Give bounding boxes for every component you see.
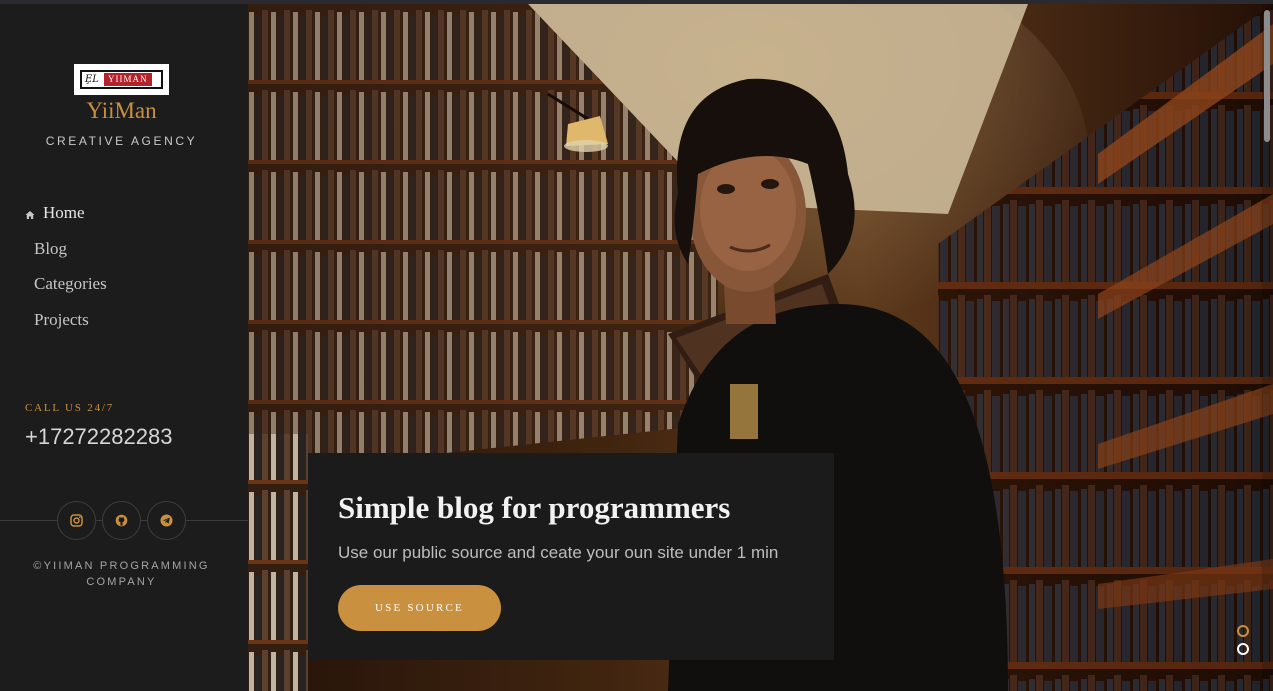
nav-item-categories[interactable]: Categories xyxy=(34,274,107,294)
copyright-line-2: COMPANY xyxy=(86,576,157,588)
logo[interactable]: ȨL YIIMAN xyxy=(74,64,169,95)
copyright-line-1: ©YIIMAN PROGRAMMING xyxy=(33,560,210,572)
slide-dot-1[interactable] xyxy=(1237,625,1249,637)
telegram-icon xyxy=(160,514,173,527)
hero-slider: Simple blog for programmers Use our publ… xyxy=(248,4,1273,691)
nav-item-projects[interactable]: Projects xyxy=(34,310,89,330)
call-label: CALL US 24/7 xyxy=(25,402,115,414)
github-button[interactable] xyxy=(102,501,141,540)
slide-dot-2[interactable] xyxy=(1237,643,1249,655)
hero-title: Simple blog for programmers xyxy=(338,490,731,525)
home-icon xyxy=(25,211,35,219)
nav-item-home[interactable]: Home xyxy=(43,203,85,223)
instagram-icon xyxy=(70,514,83,527)
hero-caption-card: Simple blog for programmers Use our publ… xyxy=(308,453,834,660)
sidebar: ȨL YIIMAN YiiMan CREATIVE AGENCY Home Bl… xyxy=(0,4,248,691)
github-icon xyxy=(115,514,128,527)
nav-item-blog[interactable]: Blog xyxy=(34,239,67,259)
use-source-button[interactable]: USE SOURCE xyxy=(338,585,501,631)
copyright: ©YIIMAN PROGRAMMING COMPANY xyxy=(0,558,243,590)
logo-wordmark: YIIMAN xyxy=(104,73,152,86)
brand-tagline: CREATIVE AGENCY xyxy=(45,134,198,148)
logo-frame: ȨL YIIMAN xyxy=(80,70,163,89)
social-links xyxy=(57,501,187,541)
brand-name: YiiMan xyxy=(86,98,157,123)
instagram-button[interactable] xyxy=(57,501,96,540)
hero-subtitle: Use our public source and ceate your oun… xyxy=(338,543,779,562)
page-scrollbar[interactable] xyxy=(1262,4,1273,691)
phone-link[interactable]: +17272282283 xyxy=(25,424,172,450)
telegram-button[interactable] xyxy=(147,501,186,540)
slider-pagination xyxy=(1237,625,1249,659)
logo-mark: ȨL xyxy=(85,74,99,85)
scrollbar-thumb[interactable] xyxy=(1264,10,1270,142)
